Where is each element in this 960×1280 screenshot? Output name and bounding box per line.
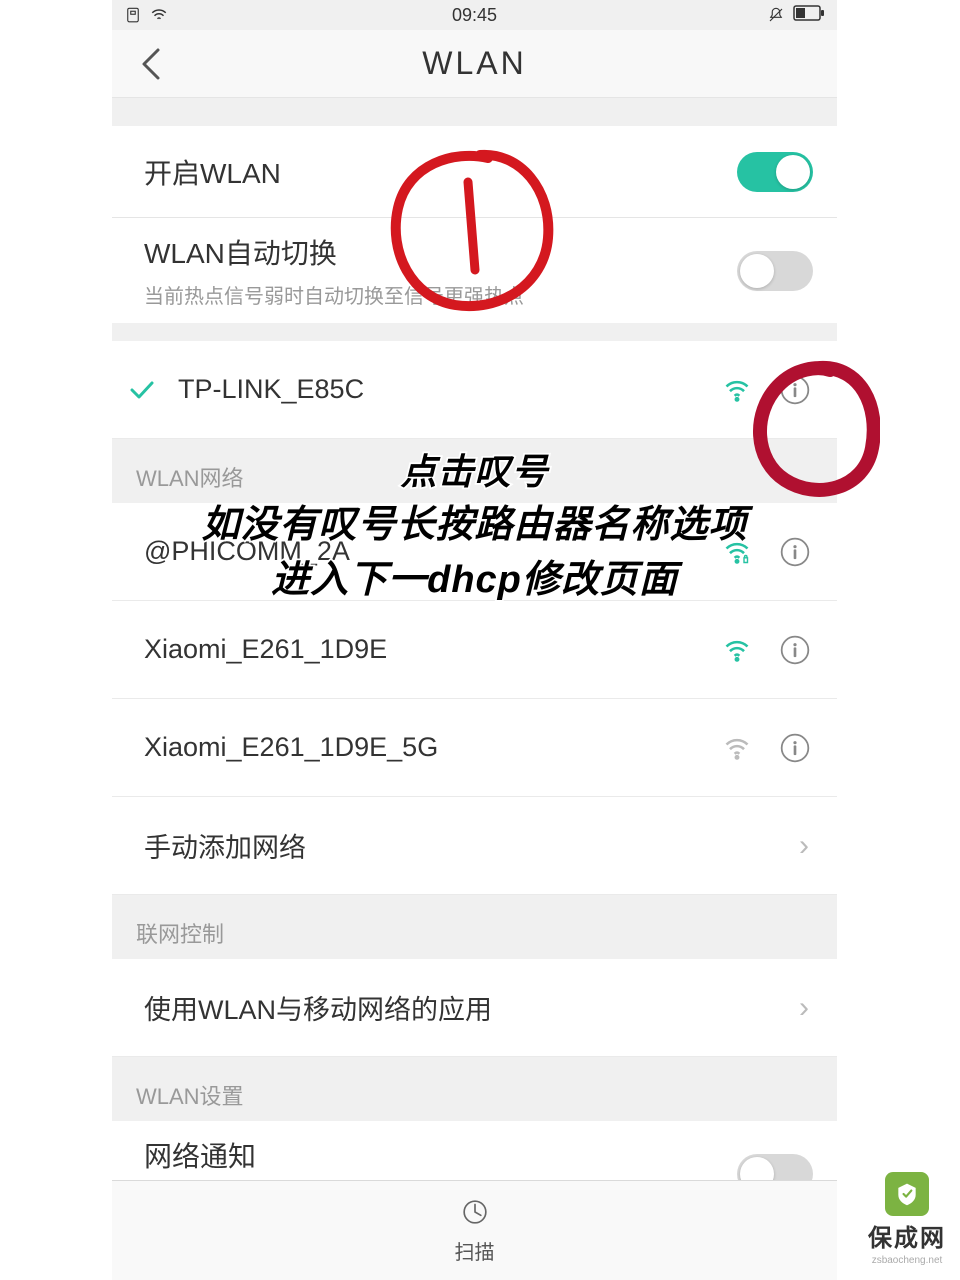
auto-switch-sub: 当前热点信号弱时自动切换至信号更强热点 <box>144 280 737 309</box>
wifi-icon <box>721 536 753 568</box>
nav-bar: WLAN <box>112 30 837 98</box>
info-button[interactable] <box>777 730 813 766</box>
scan-label: 扫描 <box>455 1236 495 1265</box>
connected-network-name: TP-LINK_E85C <box>178 374 705 405</box>
wlan-toggle[interactable] <box>737 152 813 192</box>
wifi-status-icon <box>150 6 168 24</box>
wifi-icon <box>721 634 753 666</box>
check-icon <box>122 375 162 405</box>
battery-icon <box>793 5 825 26</box>
silent-icon <box>767 6 785 24</box>
row-wlan-enable[interactable]: 开启WLAN <box>112 126 837 218</box>
network-row[interactable]: @PHICOMM_2A <box>112 503 837 601</box>
auto-switch-toggle[interactable] <box>737 251 813 291</box>
back-button[interactable] <box>132 44 172 84</box>
app-control-row[interactable]: 使用WLAN与移动网络的应用 › <box>112 959 837 1057</box>
network-name: @PHICOMM_2A <box>144 536 705 567</box>
wifi-icon <box>721 374 753 406</box>
network-name: Xiaomi_E261_1D9E <box>144 634 705 665</box>
chevron-right-icon: › <box>799 829 813 863</box>
bottom-bar[interactable]: 扫描 <box>112 1180 837 1280</box>
manual-add-label: 手动添加网络 <box>144 826 783 865</box>
info-button[interactable] <box>777 632 813 668</box>
section-control: 联网控制 <box>112 895 837 959</box>
auto-switch-label: WLAN自动切换 <box>144 232 737 272</box>
network-row[interactable]: Xiaomi_E261_1D9E <box>112 601 837 699</box>
app-control-label: 使用WLAN与移动网络的应用 <box>144 988 783 1027</box>
wifi-icon <box>721 732 753 764</box>
watermark-logo-icon <box>885 1172 929 1216</box>
notify-label: 网络通知 <box>144 1135 737 1175</box>
watermark: 保成网 zsbaocheng.net <box>868 1172 946 1266</box>
chevron-right-icon: › <box>799 991 813 1025</box>
info-button[interactable] <box>777 372 813 408</box>
clock: 09:45 <box>452 5 497 26</box>
wlan-enable-label: 开启WLAN <box>144 152 737 192</box>
network-row[interactable]: Xiaomi_E261_1D9E_5G <box>112 699 837 797</box>
network-name: Xiaomi_E261_1D9E_5G <box>144 732 705 763</box>
connected-network-row[interactable]: TP-LINK_E85C <box>112 341 837 439</box>
section-networks: WLAN网络 <box>112 439 837 503</box>
scan-icon <box>460 1197 490 1232</box>
info-button[interactable] <box>777 534 813 570</box>
row-auto-switch[interactable]: WLAN自动切换 当前热点信号弱时自动切换至信号更强热点 <box>112 218 837 323</box>
section-settings: WLAN设置 <box>112 1057 837 1121</box>
status-bar: 09:45 <box>112 0 837 30</box>
page-title: WLAN <box>422 45 526 82</box>
sim-icon <box>124 6 142 24</box>
manual-add-row[interactable]: 手动添加网络 › <box>112 797 837 895</box>
